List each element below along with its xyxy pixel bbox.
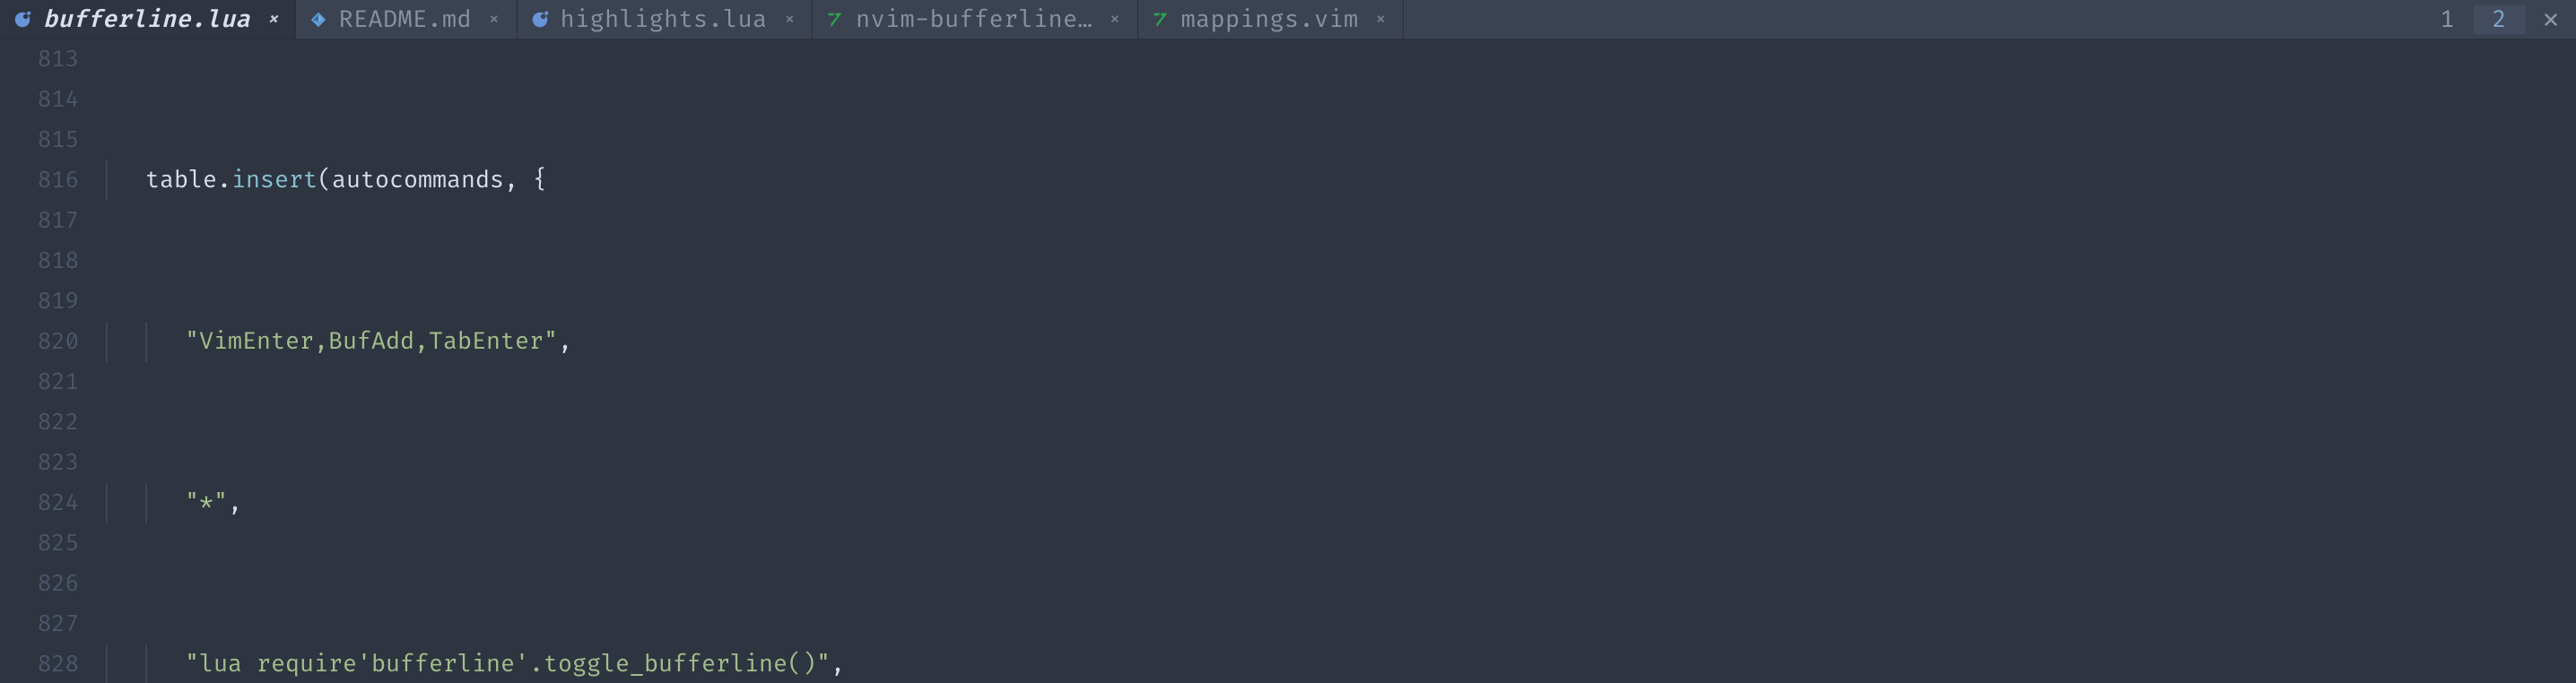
- close-icon[interactable]: ×: [779, 7, 796, 31]
- tok: ,: [228, 488, 242, 517]
- code-line: table.insert(autocommands, {: [106, 160, 2576, 201]
- line-number: 822: [0, 402, 79, 443]
- tok: table: [145, 166, 217, 195]
- close-icon[interactable]: ×: [1103, 7, 1121, 31]
- vim-icon: [825, 10, 845, 30]
- close-icon[interactable]: ×: [483, 7, 500, 31]
- line-number: 826: [0, 564, 79, 604]
- line-number: 817: [0, 201, 79, 241]
- code-line: "*",: [106, 483, 2576, 523]
- lua-icon: [13, 10, 32, 30]
- tok: "VimEnter,BufAdd,TabEnter": [185, 327, 558, 356]
- tok: insert: [231, 166, 318, 195]
- vim-icon: [1151, 10, 1171, 30]
- line-number: 824: [0, 483, 79, 523]
- line-number: 819: [0, 281, 79, 322]
- line-number: 827: [0, 604, 79, 644]
- editor-pane[interactable]: 813 814 815 816 817 818 819 820 821 822 …: [0, 39, 2576, 683]
- buffer-tab-nvim-bufferline-vim[interactable]: nvim-bufferline… ×: [813, 0, 1138, 39]
- markdown-icon: [309, 10, 328, 30]
- tok: ,: [558, 327, 572, 356]
- line-number: 813: [0, 39, 79, 80]
- line-number: 818: [0, 241, 79, 281]
- tabpage-1[interactable]: 1: [2422, 5, 2474, 34]
- buffer-tab-label: mappings.vim: [1181, 5, 1359, 34]
- line-number: 821: [0, 362, 79, 402]
- tabpage-indicator: 1 2 ✕: [2422, 0, 2576, 39]
- tok: ,: [831, 650, 845, 679]
- buffer-tab-label: nvim-bufferline…: [856, 5, 1092, 34]
- code-line: "VimEnter,BufAdd,TabEnter",: [106, 322, 2576, 362]
- close-icon[interactable]: ×: [261, 7, 279, 31]
- code-area[interactable]: table.insert(autocommands, { "VimEnter,B…: [99, 39, 2576, 683]
- tabpage-close-icon[interactable]: ✕: [2526, 1, 2576, 38]
- line-number: 820: [0, 322, 79, 362]
- tab-bar-spacer: [1404, 0, 2422, 39]
- tok: "lua require'bufferline'.toggle_bufferli…: [185, 650, 831, 679]
- line-number: 825: [0, 523, 79, 564]
- buffer-tab-label: bufferline.lua: [43, 5, 250, 34]
- line-number: 814: [0, 80, 79, 120]
- tok: (: [318, 166, 332, 195]
- line-number: 828: [0, 644, 79, 683]
- line-number-gutter: 813 814 815 816 817 818 819 820 821 822 …: [0, 39, 99, 683]
- buffer-tab-bufferline-lua[interactable]: bufferline.lua ×: [0, 0, 296, 39]
- buffer-tab-highlights-lua[interactable]: highlights.lua ×: [518, 0, 814, 39]
- code-line: "lua require'bufferline'.toggle_bufferli…: [106, 644, 2576, 683]
- close-icon[interactable]: ×: [1370, 7, 1388, 31]
- tabpage-2[interactable]: 2: [2474, 5, 2526, 34]
- tok: .: [217, 166, 231, 195]
- lua-icon: [530, 10, 550, 30]
- tok: , {: [504, 166, 547, 195]
- tok: autocommands: [332, 166, 504, 195]
- line-number: 823: [0, 443, 79, 483]
- buffer-tab-mappings-vim[interactable]: mappings.vim ×: [1138, 0, 1405, 39]
- buffer-tab-label: highlights.lua: [561, 5, 768, 34]
- buffer-tab-bar: bufferline.lua × README.md × highlights.…: [0, 0, 2576, 39]
- tok: "*": [185, 488, 228, 517]
- buffer-tab-label: README.md: [339, 5, 473, 34]
- line-number: 815: [0, 120, 79, 160]
- buffer-tab-readme-md[interactable]: README.md ×: [296, 0, 518, 39]
- line-number: 816: [0, 160, 79, 201]
